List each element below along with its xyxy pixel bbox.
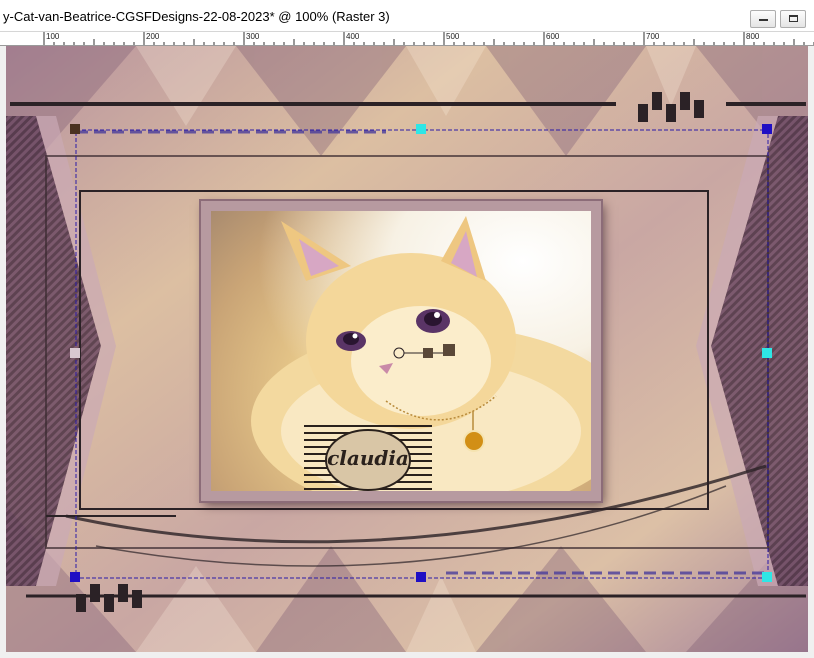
ruler-label: 800 <box>746 32 760 41</box>
selection-handle-bottom-left[interactable] <box>70 572 80 582</box>
selection-handle-bottom-right[interactable] <box>762 572 772 582</box>
selection-handle-top-right[interactable] <box>762 124 772 134</box>
ruler-label: 500 <box>446 32 460 41</box>
cat-picture-frame: claudia <box>201 201 601 501</box>
ruler-label: 600 <box>546 32 560 41</box>
ruler-label: 200 <box>146 32 160 41</box>
selection-handle-top-left[interactable] <box>70 124 80 134</box>
selection-handle-middle-left[interactable] <box>70 348 80 358</box>
window-title: y-Cat-van-Beatrice-CGSFDesigns-22-08-202… <box>3 9 390 24</box>
title-bar: y-Cat-van-Beatrice-CGSFDesigns-22-08-202… <box>0 0 814 32</box>
ruler-label: 400 <box>346 32 360 41</box>
minimize-button[interactable] <box>750 10 776 28</box>
minimize-icon <box>759 19 768 21</box>
cat-picture: claudia <box>211 211 591 491</box>
claudia-watermark: claudia <box>304 424 432 491</box>
selection-handle-middle-right[interactable] <box>762 348 772 358</box>
watermark-text: claudia <box>327 446 409 470</box>
ruler-label: 700 <box>646 32 660 41</box>
selection-handle-bottom-middle[interactable] <box>416 572 426 582</box>
ruler-label: 100 <box>46 32 60 41</box>
selection-handle-top-middle[interactable] <box>416 124 426 134</box>
restore-icon <box>789 15 798 22</box>
restore-button[interactable] <box>780 10 806 28</box>
image-canvas[interactable]: claudia <box>6 46 808 652</box>
horizontal-ruler[interactable]: 100 200 300 400 500 600 700 800 <box>0 32 814 46</box>
ruler-label: 300 <box>246 32 260 41</box>
ruler-ticks <box>43 32 814 45</box>
